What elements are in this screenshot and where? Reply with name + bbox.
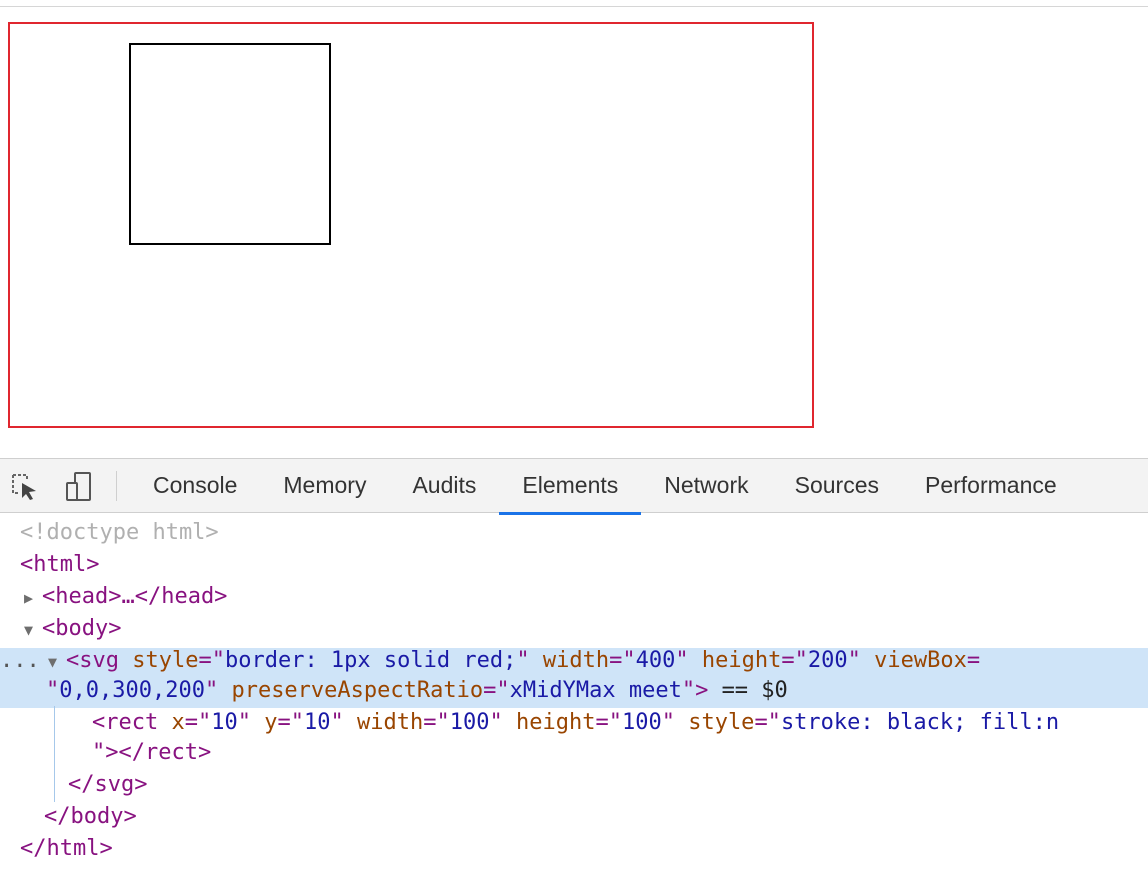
- tab-performance[interactable]: Performance: [902, 459, 1080, 514]
- rendered-rect-element[interactable]: [129, 43, 331, 245]
- collapse-arrow-icon[interactable]: ▼: [48, 647, 66, 677]
- expand-arrow-icon[interactable]: ▶: [24, 583, 42, 613]
- dom-tree: <!doctype html> <html> ▶ <head>…</head> ▼…: [0, 514, 1148, 872]
- tree-node-body[interactable]: ▼ <body>: [24, 614, 1148, 644]
- tab-network[interactable]: Network: [641, 459, 771, 514]
- tab-console[interactable]: Console: [130, 459, 260, 514]
- tree-node-body-close[interactable]: </body>: [44, 802, 1148, 832]
- inspect-element-icon[interactable]: [8, 471, 42, 503]
- tree-node-svg[interactable]: ... ▼ <svg style="border: 1px solid red;" …: [0, 646, 1148, 676]
- tree-indent-guide: [54, 706, 55, 802]
- tree-node-rect[interactable]: <rect x="10" y="10" width="100" height="…: [92, 708, 1148, 738]
- tab-audits[interactable]: Audits: [389, 459, 499, 514]
- tree-node-html[interactable]: <html>: [20, 550, 1148, 580]
- tab-elements[interactable]: Elements: [499, 459, 642, 515]
- selected-marker: == $0: [721, 678, 788, 703]
- toolbar-separator: [116, 471, 117, 501]
- devtools-panel: Console Memory Audits Elements Network S…: [0, 458, 1148, 872]
- tree-node-rect-continued[interactable]: "></rect>: [92, 738, 1148, 768]
- devtools-tabs: Console Memory Audits Elements Network S…: [130, 459, 1080, 515]
- tree-node-head[interactable]: ▶ <head>…</head>: [24, 582, 1148, 612]
- tree-node-doctype[interactable]: <!doctype html>: [20, 518, 1148, 548]
- node-actions-ellipsis[interactable]: ...: [0, 646, 48, 676]
- device-toolbar-icon[interactable]: [62, 471, 96, 503]
- devtools-toolbar: Console Memory Audits Elements Network S…: [0, 458, 1148, 515]
- tab-sources[interactable]: Sources: [772, 459, 902, 514]
- tree-node-html-close[interactable]: </html>: [20, 834, 1148, 864]
- tab-memory[interactable]: Memory: [260, 459, 389, 514]
- tree-node-svg-close[interactable]: </svg>: [68, 770, 1148, 800]
- tree-node-svg-continued[interactable]: "0,0,300,200" preserveAspectRatio="xMidY…: [46, 676, 1148, 706]
- collapse-arrow-icon[interactable]: ▼: [24, 615, 42, 645]
